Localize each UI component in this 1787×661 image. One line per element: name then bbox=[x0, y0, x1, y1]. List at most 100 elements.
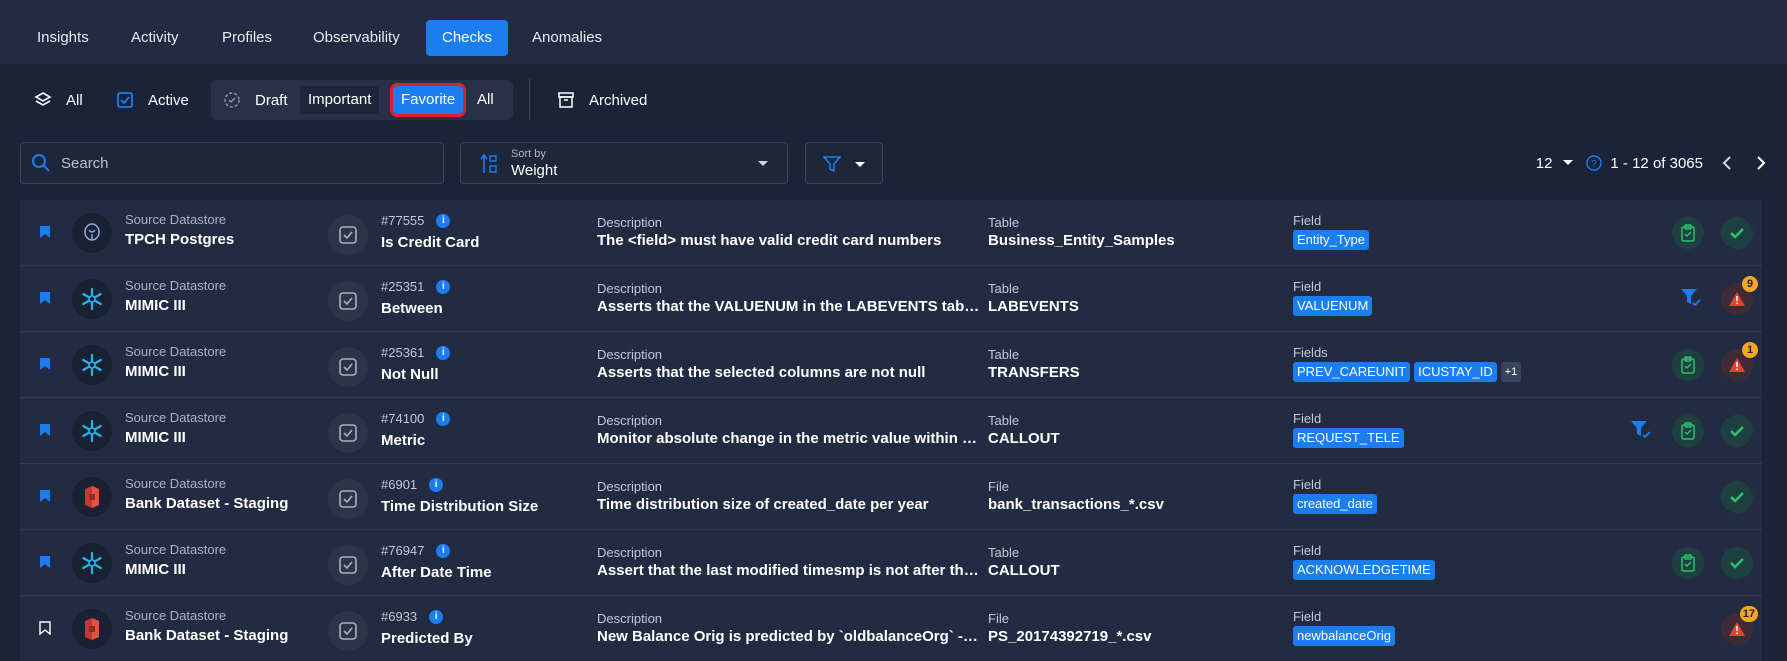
bookmark-icon[interactable] bbox=[39, 225, 51, 244]
filter-important[interactable]: Important bbox=[300, 86, 380, 114]
tab-activity[interactable]: Activity bbox=[115, 20, 195, 56]
datastore-name[interactable]: MIMIC III bbox=[125, 429, 186, 446]
check-row[interactable]: Source Datastore TPCH Postgres #77555 i I… bbox=[20, 200, 1762, 266]
bookmark-icon[interactable] bbox=[39, 357, 51, 376]
clipboard-check-icon[interactable] bbox=[1672, 217, 1704, 249]
top-tab-bar: Insights Activity Profiles Observability… bbox=[0, 0, 1787, 64]
anomaly-warning-icon[interactable]: 9 bbox=[1721, 276, 1758, 315]
field-chips: created_date bbox=[1293, 494, 1377, 514]
draft-circle-icon bbox=[224, 92, 240, 108]
filter-favorite[interactable]: Favorite bbox=[389, 83, 467, 117]
sort-value: Weight bbox=[511, 162, 558, 179]
archive-icon bbox=[558, 92, 574, 108]
info-icon[interactable]: i bbox=[436, 279, 451, 294]
filter-all[interactable]: All bbox=[34, 82, 83, 118]
table-label: Table bbox=[988, 347, 1020, 362]
info-icon[interactable]: i bbox=[429, 609, 444, 624]
bookmark-icon[interactable] bbox=[39, 489, 51, 508]
filter-draft[interactable]: Draft bbox=[223, 82, 288, 118]
status-toggle-group: Draft Important Favorite All bbox=[211, 80, 513, 120]
datastore-name[interactable]: MIMIC III bbox=[125, 297, 186, 314]
field-label: Field bbox=[1293, 477, 1322, 492]
help-icon[interactable]: ? bbox=[1586, 155, 1603, 171]
check-passed-icon[interactable] bbox=[1721, 415, 1753, 447]
description-text: Monitor absolute change in the metric va… bbox=[597, 430, 981, 447]
check-passed-icon[interactable] bbox=[1721, 481, 1753, 513]
field-label: Field bbox=[1293, 411, 1322, 426]
check-name[interactable]: Between bbox=[381, 300, 443, 317]
check-row[interactable]: Source Datastore Bank Dataset - Staging … bbox=[20, 464, 1762, 530]
chevron-left-icon[interactable] bbox=[1721, 156, 1733, 170]
sort-select[interactable]: Sort by Weight bbox=[460, 142, 788, 184]
clipboard-check-icon[interactable] bbox=[1672, 349, 1704, 381]
field-chips: VALUENUM bbox=[1293, 296, 1373, 316]
tab-profiles[interactable]: Profiles bbox=[206, 20, 288, 56]
filter-button[interactable] bbox=[805, 142, 883, 184]
table-name: bank_transactions_*.csv bbox=[988, 496, 1164, 513]
snowflake-icon bbox=[72, 279, 112, 319]
info-icon[interactable]: i bbox=[429, 477, 444, 492]
check-name[interactable]: Is Credit Card bbox=[381, 234, 479, 251]
filter-active[interactable]: Active bbox=[116, 82, 189, 118]
clipboard-check-icon[interactable] bbox=[1672, 547, 1704, 579]
tab-checks[interactable]: Checks bbox=[426, 20, 509, 56]
tab-observability[interactable]: Observability bbox=[297, 20, 416, 56]
datastore-name[interactable]: Bank Dataset - Staging bbox=[125, 627, 288, 644]
check-type-icon bbox=[328, 413, 368, 453]
field-chips: PREV_CAREUNIT ICUSTAY_ID +1 bbox=[1293, 362, 1522, 382]
chevron-down-icon[interactable] bbox=[1562, 159, 1574, 167]
check-row[interactable]: Source Datastore MIMIC III #25351 i Betwe… bbox=[20, 266, 1762, 332]
datastore-name[interactable]: MIMIC III bbox=[125, 363, 186, 380]
field-chip: newbalanceOrig bbox=[1293, 626, 1395, 646]
datastore-name[interactable]: Bank Dataset - Staging bbox=[125, 495, 288, 512]
check-passed-icon[interactable] bbox=[1721, 217, 1753, 249]
check-row[interactable]: Source Datastore Bank Dataset - Staging … bbox=[20, 596, 1762, 661]
check-id: #6933 bbox=[381, 609, 418, 624]
check-id: #25351 bbox=[381, 279, 425, 294]
anomaly-warning-icon[interactable]: 1 bbox=[1721, 342, 1758, 381]
check-row[interactable]: Source Datastore MIMIC III #74100 i Metri… bbox=[20, 398, 1762, 464]
check-name[interactable]: Predicted By bbox=[381, 630, 473, 647]
per-page-select[interactable]: 12 bbox=[1536, 155, 1553, 172]
table-name: Business_Entity_Samples bbox=[988, 232, 1175, 249]
filter-archived[interactable]: Archived bbox=[557, 82, 647, 118]
table-name: LABEVENTS bbox=[988, 298, 1079, 315]
anomaly-warning-icon[interactable]: 17 bbox=[1721, 606, 1758, 645]
status-filter-bar: All Active Draft Important Favorite All … bbox=[0, 64, 1787, 136]
check-name[interactable]: Not Null bbox=[381, 366, 439, 383]
info-icon[interactable]: i bbox=[436, 411, 451, 426]
datastore-label: Source Datastore bbox=[125, 476, 227, 491]
tab-anomalies[interactable]: Anomalies bbox=[516, 20, 618, 56]
description-label: Description bbox=[597, 611, 663, 626]
table-label: Table bbox=[988, 545, 1020, 560]
chevron-right-icon[interactable] bbox=[1755, 156, 1767, 170]
check-name[interactable]: After Date Time bbox=[381, 564, 492, 581]
filter-all-secondary[interactable]: All bbox=[469, 86, 502, 114]
check-name[interactable]: Time Distribution Size bbox=[381, 498, 538, 515]
datastore-name[interactable]: TPCH Postgres bbox=[125, 231, 234, 248]
info-icon[interactable]: i bbox=[436, 345, 451, 360]
clipboard-check-icon[interactable] bbox=[1672, 415, 1704, 447]
bookmark-icon[interactable] bbox=[39, 291, 51, 310]
check-name[interactable]: Metric bbox=[381, 432, 425, 449]
search-input[interactable] bbox=[61, 154, 421, 172]
description-label: Description bbox=[597, 215, 663, 230]
description-text: The <field> must have valid credit card … bbox=[597, 232, 942, 249]
search-box bbox=[20, 142, 444, 184]
bookmark-icon[interactable] bbox=[39, 555, 51, 574]
check-row[interactable]: Source Datastore MIMIC III #25361 i Not N… bbox=[20, 332, 1762, 398]
field-chip: ACKNOWLEDGETIME bbox=[1293, 560, 1435, 580]
more-fields-chip[interactable]: +1 bbox=[1500, 362, 1522, 382]
check-row[interactable]: Source Datastore MIMIC III #76947 i After… bbox=[20, 530, 1762, 596]
filter-check-icon[interactable] bbox=[1630, 420, 1652, 445]
table-name: TRANSFERS bbox=[988, 364, 1080, 381]
check-passed-icon[interactable] bbox=[1721, 547, 1753, 579]
info-icon[interactable]: i bbox=[436, 213, 451, 228]
tab-insights[interactable]: Insights bbox=[21, 20, 105, 56]
bookmark-icon[interactable] bbox=[39, 423, 51, 442]
filter-check-icon[interactable] bbox=[1680, 288, 1702, 313]
bookmark-icon[interactable] bbox=[39, 621, 51, 640]
info-icon[interactable]: i bbox=[436, 543, 451, 558]
datastore-label: Source Datastore bbox=[125, 608, 227, 623]
datastore-name[interactable]: MIMIC III bbox=[125, 561, 186, 578]
